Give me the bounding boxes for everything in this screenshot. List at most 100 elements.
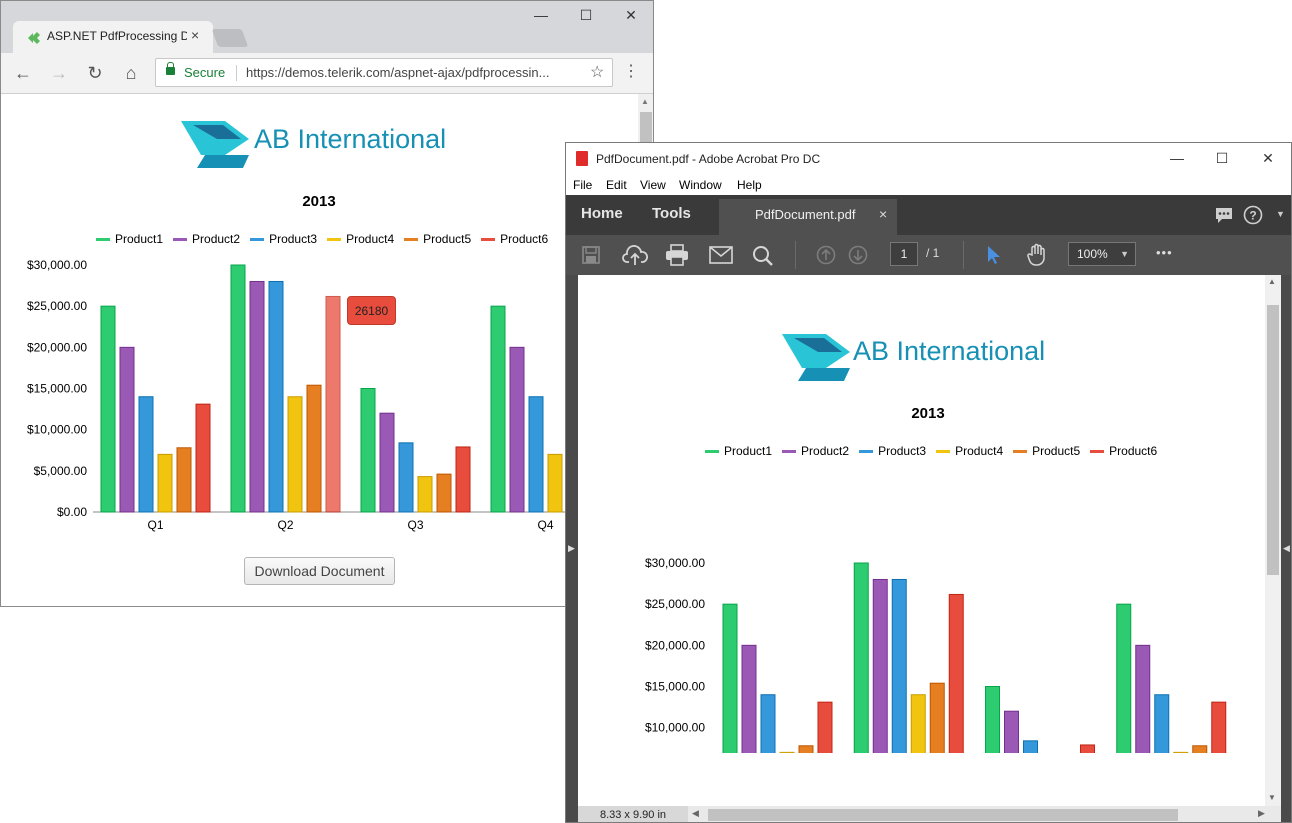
menu-edit[interactable]: Edit (606, 178, 627, 192)
maximize-icon[interactable]: ☐ (571, 7, 601, 24)
legend-item[interactable]: Product3 (250, 232, 317, 246)
next-page-icon[interactable] (848, 245, 868, 265)
bookmark-star-icon[interactable]: ☆ (590, 62, 604, 82)
pdf-vertical-scrollbar[interactable]: ▲ ▼ (1265, 275, 1281, 806)
tab-document[interactable]: PdfDocument.pdf × (719, 199, 897, 235)
hand-tool-icon[interactable] (1025, 243, 1049, 267)
chart-bar (1173, 751, 1189, 753)
home-icon[interactable]: ⌂ (119, 61, 143, 85)
address-bar[interactable]: Secure https://demos.telerik.com/aspnet-… (155, 58, 613, 87)
horizontal-scroll-thumb[interactable] (708, 809, 1178, 821)
scroll-right-icon[interactable]: ▶ (1258, 808, 1265, 819)
pdf-file-icon (576, 151, 588, 166)
back-icon[interactable]: ← (11, 61, 35, 85)
tab-close-icon[interactable]: × (191, 27, 199, 43)
minimize-icon[interactable]: — (1162, 150, 1192, 166)
select-cursor-icon[interactable] (985, 244, 1003, 266)
close-icon[interactable]: ✕ (616, 7, 646, 24)
chart-bar (1154, 694, 1170, 753)
scroll-up-icon[interactable]: ▲ (641, 97, 649, 106)
browser-tab[interactable]: ASP.NET PdfProcessing D × (13, 21, 213, 53)
search-icon[interactable] (752, 245, 774, 267)
legend-item[interactable]: Product1 (705, 444, 772, 458)
legend-item[interactable]: Product4 (327, 232, 394, 246)
legend-item[interactable]: Product1 (96, 232, 163, 246)
menu-view[interactable]: View (640, 178, 666, 192)
email-icon[interactable] (709, 246, 733, 264)
legend-item[interactable]: Product2 (782, 444, 849, 458)
zoom-select[interactable]: 100% ▼ (1068, 242, 1136, 266)
print-icon[interactable] (665, 244, 689, 266)
save-icon[interactable] (581, 245, 601, 265)
left-pane-toggle[interactable]: ▶ (566, 275, 578, 822)
help-icon[interactable]: ? (1243, 205, 1263, 225)
tab-tools[interactable]: Tools (652, 205, 691, 222)
chart-bar (119, 346, 135, 513)
chart-bar (360, 388, 376, 513)
menu-window[interactable]: Window (679, 178, 722, 192)
legend-swatch (859, 450, 874, 454)
more-tools-icon[interactable]: ••• (1156, 245, 1173, 260)
chart-bar (268, 280, 284, 513)
legend-item[interactable]: Product6 (1090, 444, 1157, 458)
pdf-document-page: AB International 2013 Product1 Product2 Pr… (578, 275, 1265, 806)
chart-bar (547, 453, 563, 513)
legend-label: Product3 (269, 232, 318, 246)
chart-bar (379, 412, 395, 513)
chart-bar (779, 751, 795, 753)
tab-home[interactable]: Home (581, 205, 623, 222)
chevron-down-icon[interactable]: ▼ (1276, 209, 1285, 219)
expand-left-pane-icon[interactable]: ▶ (568, 543, 575, 554)
chart-bar (230, 264, 246, 513)
menu-help[interactable]: Help (737, 178, 762, 192)
cloud-upload-icon[interactable] (622, 244, 648, 266)
forward-icon[interactable]: → (47, 61, 71, 85)
acrobat-toolbar: 1 / 1 100% ▼ ••• (566, 235, 1291, 275)
chevron-down-icon: ▼ (1120, 249, 1129, 259)
chart-legend: Product1 Product2 Product3 Product4 Product5… (705, 444, 1167, 458)
doc-tab-close-icon[interactable]: × (879, 206, 887, 222)
maximize-icon[interactable]: ☐ (1207, 150, 1237, 167)
legend-item[interactable]: Product4 (936, 444, 1003, 458)
menu-file[interactable]: File (573, 178, 592, 192)
scroll-left-icon[interactable]: ◀ (692, 808, 699, 819)
legend-swatch (1090, 450, 1105, 454)
legend-item[interactable]: Product3 (859, 444, 926, 458)
close-icon[interactable]: ✕ (1253, 150, 1283, 167)
legend-item[interactable]: Product5 (1013, 444, 1080, 458)
right-pane-toggle[interactable]: ◀ (1281, 275, 1291, 822)
y-tick-label: $0.00 (57, 505, 87, 519)
url-text[interactable]: https://demos.telerik.com/aspnet-ajax/pd… (246, 65, 549, 80)
reload-icon[interactable]: ↻ (83, 61, 107, 85)
chart-bar (398, 442, 414, 513)
legend-item[interactable]: Product6 (481, 232, 548, 246)
page-number-input[interactable]: 1 (890, 242, 918, 266)
x-tick-label: Q4 (537, 518, 553, 532)
minimize-icon[interactable]: — (526, 7, 556, 23)
bar-chart-pdf: $0.00$5,000.00$10,000.00$15,000.00$20,00… (645, 556, 1227, 753)
expand-right-pane-icon[interactable]: ◀ (1283, 543, 1290, 554)
scroll-down-icon[interactable]: ▼ (1268, 793, 1276, 802)
chart-bar (798, 745, 814, 753)
legend-label: Product4 (955, 444, 1004, 458)
y-tick-label: $30,000.00 (645, 556, 705, 570)
legend-swatch (96, 238, 110, 242)
legend-item[interactable]: Product5 (404, 232, 471, 246)
download-document-button[interactable]: Download Document (244, 557, 395, 585)
chart-bar (891, 578, 907, 753)
ab-international-logo-icon (782, 334, 850, 381)
browser-menu-icon[interactable]: ⋮ (623, 61, 639, 81)
legend-item[interactable]: Product2 (173, 232, 240, 246)
lock-icon (166, 62, 175, 75)
previous-page-icon[interactable] (816, 245, 836, 265)
legend-swatch (404, 238, 419, 242)
acrobat-window: PdfDocument.pdf - Adobe Acrobat Pro DC —… (565, 142, 1292, 823)
page-total: / 1 (926, 246, 940, 260)
legend-label: Product5 (423, 232, 472, 246)
new-tab-button[interactable] (211, 29, 249, 47)
y-tick-label: $30,000.00 (27, 258, 87, 272)
chart-bar (138, 396, 154, 513)
comment-icon[interactable] (1214, 206, 1234, 224)
scroll-up-icon[interactable]: ▲ (1268, 277, 1276, 286)
scroll-thumb[interactable] (1267, 305, 1279, 575)
